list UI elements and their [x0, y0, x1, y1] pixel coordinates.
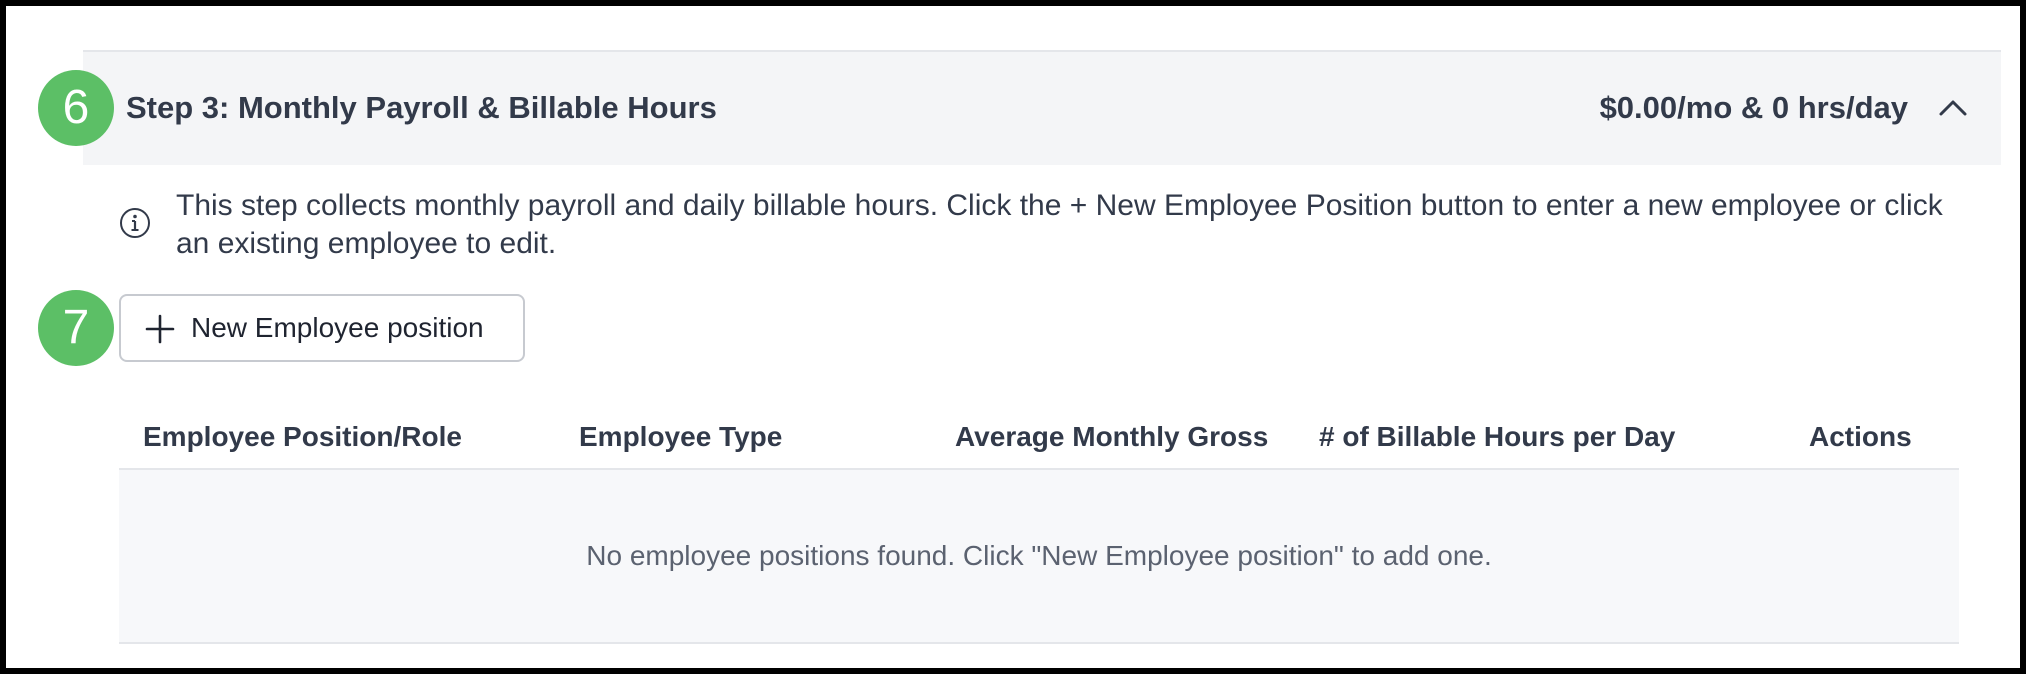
table-empty-state: No employee positions found. Click "New … [119, 470, 1959, 644]
empty-state-message: No employee positions found. Click "New … [586, 540, 1492, 571]
column-header-actions: Actions [1809, 421, 1912, 452]
screenshot-frame: Step 3: Monthly Payroll & Billable Hours… [6, 6, 2020, 668]
info-icon [119, 207, 151, 239]
step-header[interactable]: Step 3: Monthly Payroll & Billable Hours… [83, 50, 2001, 165]
chevron-up-icon[interactable] [1935, 90, 1971, 126]
column-header-employee-type: Employee Type [579, 421, 783, 452]
step-title: Step 3: Monthly Payroll & Billable Hours [126, 90, 717, 125]
table-header-row: Employee Position/Role Employee Type Ave… [119, 406, 1959, 470]
column-header-billable-hours: # of Billable Hours per Day [1319, 421, 1676, 452]
info-text: This step collects monthly payroll and d… [176, 189, 1943, 260]
column-header-average-monthly-gross: Average Monthly Gross [955, 421, 1269, 452]
new-employee-position-button[interactable]: New Employee position [119, 294, 525, 362]
button-marker-badge: 7 [38, 290, 114, 366]
step-summary: $0.00/mo & 0 hrs/day [1599, 90, 1908, 125]
step-marker-badge: 6 [38, 70, 114, 146]
new-employee-position-label: New Employee position [191, 312, 484, 343]
plus-icon [145, 314, 175, 344]
column-header-position-role: Employee Position/Role [143, 421, 462, 452]
